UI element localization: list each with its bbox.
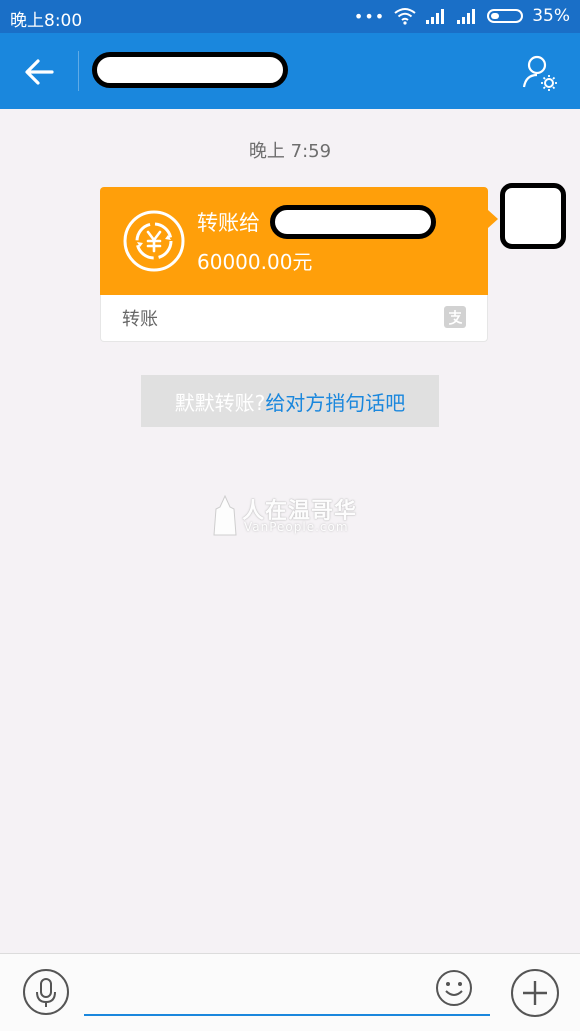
message-timestamp: 晚上 7:59 [248, 141, 332, 162]
status-bar: 晚上8:00 ••• 35% [0, 0, 580, 33]
bubble-tail [488, 210, 498, 228]
microphone-icon[interactable] [22, 968, 70, 1016]
app-bar-divider [78, 51, 79, 91]
smiley-icon[interactable] [435, 969, 473, 1007]
transfer-card-footer: 转账 [100, 295, 488, 342]
back-arrow-icon[interactable] [22, 55, 56, 89]
transfer-card-header: 转账给 60000.00元 [100, 187, 488, 295]
plus-icon[interactable] [510, 968, 560, 1018]
message-input[interactable] [84, 964, 490, 1016]
alipay-icon [444, 306, 466, 328]
message-hint: 默默转账? 给对方捎句话吧 [141, 375, 439, 427]
status-indicators: ••• 35% [354, 5, 570, 27]
message-input-bar [0, 953, 580, 1031]
watermark-logo-icon [213, 495, 237, 536]
watermark: 人在温哥华 VanPeople.com [212, 493, 372, 539]
say-something-link[interactable]: 给对方捎句话吧 [265, 387, 405, 416]
app-bar [0, 33, 580, 109]
battery-level: 35% [532, 6, 570, 26]
signal-icon-2 [457, 9, 476, 24]
wifi-icon [394, 8, 416, 25]
battery-icon [487, 9, 524, 23]
signal-icon [426, 9, 445, 24]
watermark-subtitle: VanPeople.com [244, 520, 349, 534]
hint-static-text: 默默转账? [174, 390, 266, 415]
user-settings-icon[interactable] [520, 53, 560, 93]
contact-name-redacted [92, 52, 288, 88]
transfer-title: 转账给 [197, 211, 260, 235]
transfer-type-label: 转账 [122, 309, 158, 330]
avatar[interactable] [500, 183, 566, 249]
more-notifications-icon: ••• [353, 6, 386, 26]
status-time: 晚上8:00 [10, 11, 83, 31]
transfer-amount: 60000.00元 [197, 250, 313, 274]
recipient-name-redacted [270, 205, 436, 239]
transfer-message-card[interactable]: 转账给 60000.00元 转账 [100, 187, 498, 342]
yuan-transfer-icon [123, 210, 185, 272]
